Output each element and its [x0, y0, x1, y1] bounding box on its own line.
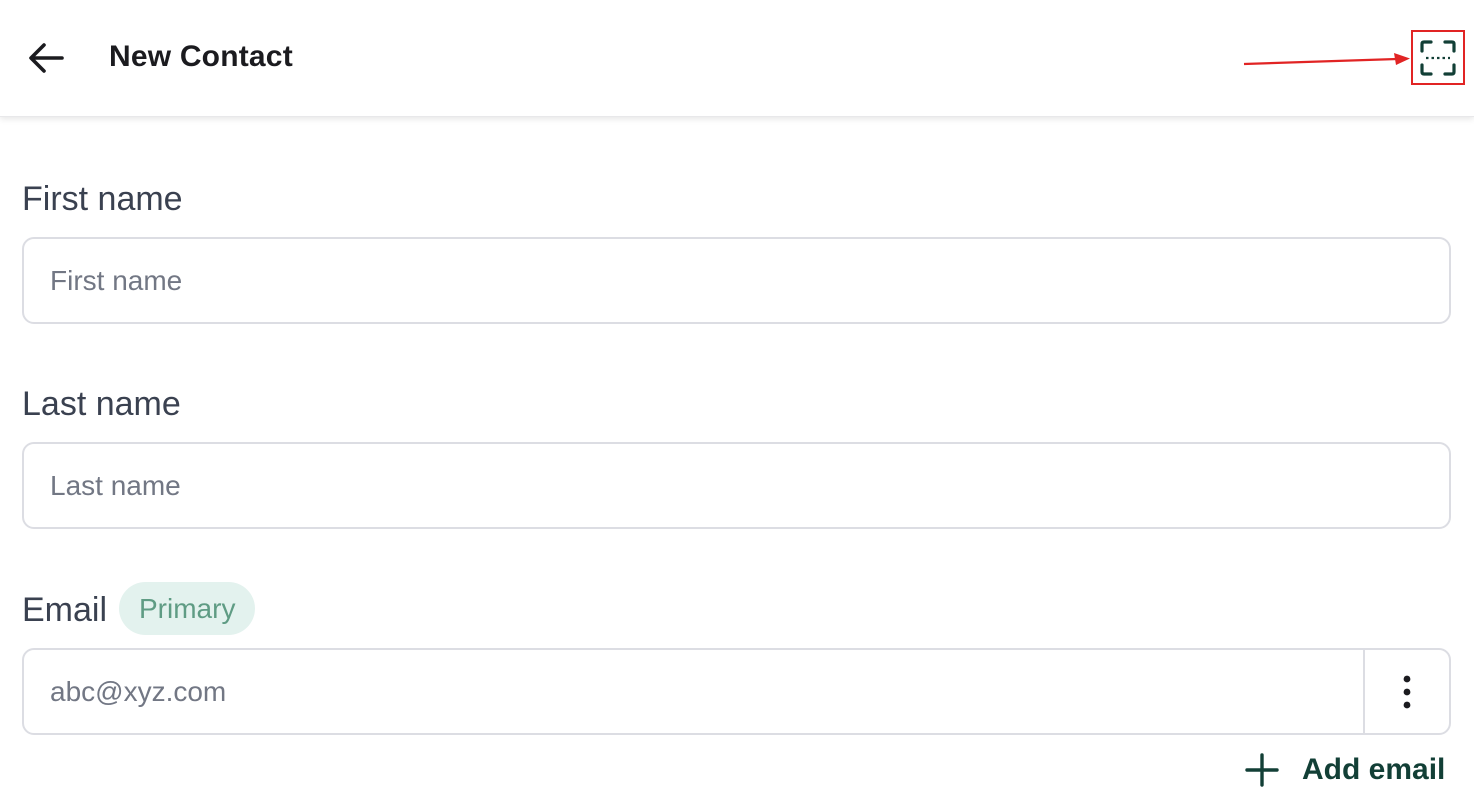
arrow-left-icon: [29, 43, 64, 73]
email-field[interactable]: abc@xyz.com: [22, 648, 1451, 735]
scan-card-button[interactable]: [1411, 30, 1465, 85]
add-email-label: Add email: [1302, 753, 1446, 786]
more-vertical-icon: [1403, 675, 1411, 708]
scan-frame-icon: [1420, 39, 1456, 76]
email-placeholder: abc@xyz.com: [50, 675, 227, 707]
annotation-arrow: [1243, 53, 1410, 66]
primary-badge: Primary: [119, 582, 256, 635]
plus-icon: [1245, 753, 1279, 787]
app-header: New Contact: [0, 0, 1474, 117]
email-label: Email: [22, 591, 108, 629]
add-email-button[interactable]: Add email: [1244, 748, 1445, 792]
email-options-button[interactable]: [1363, 650, 1449, 733]
first-name-placeholder: First name: [50, 264, 183, 296]
last-name-placeholder: Last name: [50, 469, 181, 501]
page-title: New Contact: [109, 40, 293, 73]
back-button[interactable]: [22, 34, 70, 82]
last-name-label: Last name: [22, 385, 181, 423]
first-name-label: First name: [22, 180, 183, 218]
last-name-field[interactable]: Last name: [22, 442, 1451, 529]
first-name-field[interactable]: First name: [22, 237, 1451, 324]
